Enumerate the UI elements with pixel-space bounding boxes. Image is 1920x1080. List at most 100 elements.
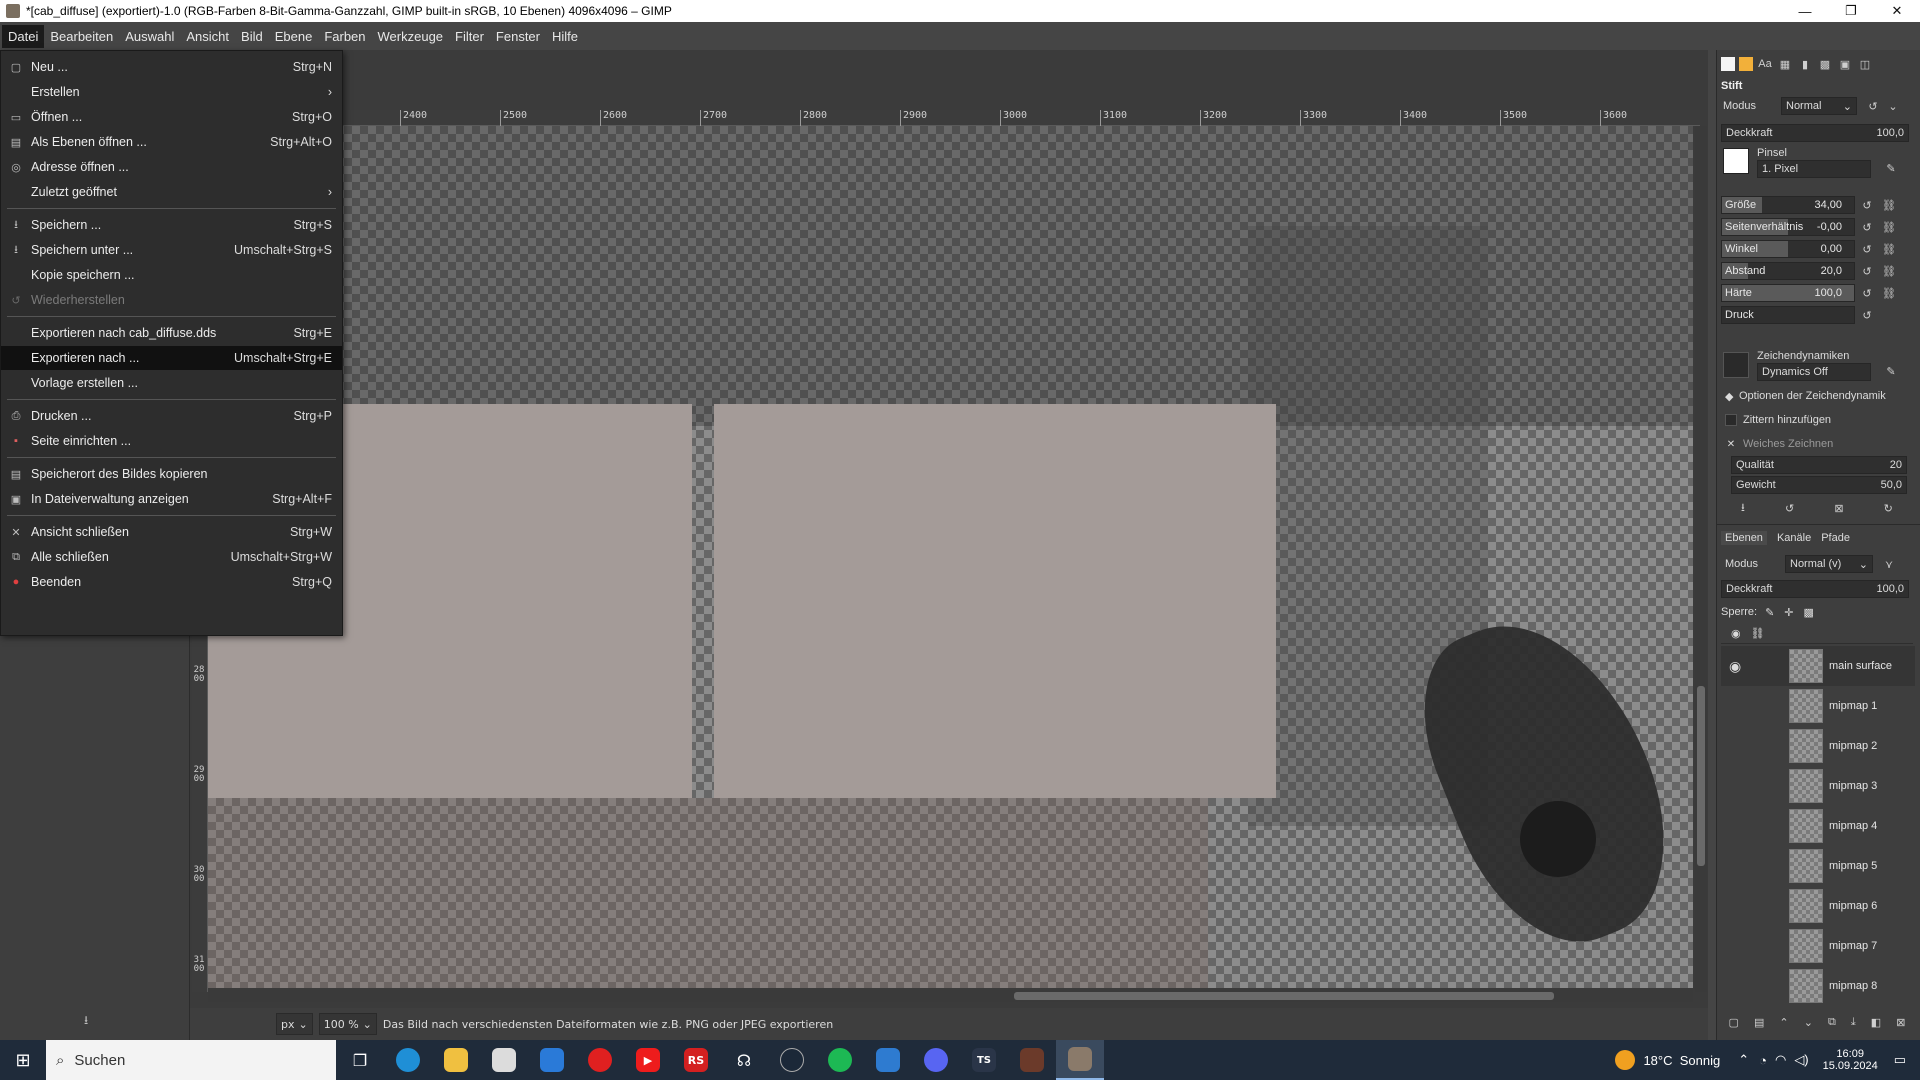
lock-position-icon[interactable]: ✛ xyxy=(1784,606,1793,619)
menu-item-print[interactable]: ⎙ Drucken ... Strg+P xyxy=(1,404,342,428)
layer-row[interactable]: mipmap 6 xyxy=(1721,886,1915,926)
menu-item-page-setup[interactable]: ▪ Seite einrichten ... xyxy=(1,429,342,453)
menu-item-close-view[interactable]: ✕ Ansicht schließen Strg+W xyxy=(1,520,342,544)
layer-mode-select[interactable]: Normal (v) ⌄ xyxy=(1785,555,1873,573)
link-icon[interactable]: ⛓ xyxy=(1881,197,1897,213)
lock-pixels-icon[interactable]: ✎ xyxy=(1765,606,1774,619)
brush-name-field[interactable]: 1. Pixel xyxy=(1757,160,1871,178)
reset-mode-icon[interactable]: ↺ xyxy=(1865,98,1881,114)
volume-icon[interactable]: ◁) xyxy=(1794,1052,1808,1068)
edit-dynamics-icon[interactable]: ✎ xyxy=(1883,363,1899,379)
photo-app-icon[interactable] xyxy=(1008,1040,1056,1080)
quality-slider[interactable]: Qualität 20 xyxy=(1731,456,1907,474)
brush-preview[interactable] xyxy=(1723,148,1749,174)
smooth-checkbox[interactable]: ✕ Weiches Zeichnen xyxy=(1721,434,1913,454)
layer-row[interactable]: mipmap 1 xyxy=(1721,686,1915,726)
menu-hilfe[interactable]: Hilfe xyxy=(546,25,584,48)
menu-auswahl[interactable]: Auswahl xyxy=(119,25,180,48)
windows-start-icon[interactable]: ⊞ xyxy=(0,1040,46,1080)
menu-fenster[interactable]: Fenster xyxy=(490,25,546,48)
delete-options-icon[interactable]: ⊠ xyxy=(1834,502,1843,515)
rs-app-icon[interactable]: RS xyxy=(672,1040,720,1080)
edit-brush-icon[interactable]: ✎ xyxy=(1883,160,1899,176)
taskbar-search[interactable]: ⌕ Suchen xyxy=(46,1040,336,1080)
close-window-button[interactable]: ✕ xyxy=(1874,0,1920,22)
reset-icon[interactable]: ↺ xyxy=(1859,219,1875,235)
arc-app-icon[interactable]: ☊ xyxy=(720,1040,768,1080)
mail-icon[interactable] xyxy=(528,1040,576,1080)
menu-item-open-as-layers[interactable]: ▤ Als Ebenen öffnen ... Strg+Alt+O xyxy=(1,130,342,154)
menu-item-create-template[interactable]: Vorlage erstellen ... xyxy=(1,371,342,395)
brushes-tab-icon[interactable]: ▦ xyxy=(1777,56,1793,72)
clock[interactable]: 16:09 15.09.2024 xyxy=(1823,1048,1878,1072)
slider-5[interactable]: Druck xyxy=(1721,306,1855,324)
menu-item-open[interactable]: ▭ Öffnen ... Strg+O xyxy=(1,105,342,129)
layer-row[interactable]: ◉ main surface xyxy=(1721,646,1915,686)
save-options-icon[interactable]: ⭳ xyxy=(1741,499,1745,518)
notification-icon[interactable]: ▭ xyxy=(1894,1052,1906,1068)
explorer-icon[interactable] xyxy=(432,1040,480,1080)
menu-ebene[interactable]: Ebene xyxy=(269,25,319,48)
mask-layer-icon[interactable]: ◧ xyxy=(1871,1016,1881,1029)
delete-layer-icon[interactable]: ⊠ xyxy=(1896,1016,1905,1029)
menu-item-save-as[interactable]: ⭳ Speichern unter ... Umschalt+Strg+S xyxy=(1,238,342,262)
discord-icon[interactable] xyxy=(912,1040,960,1080)
menu-bild[interactable]: Bild xyxy=(235,25,269,48)
link-icon[interactable]: ⛓ xyxy=(1881,219,1897,235)
slider-3[interactable]: Abstand 20,0 xyxy=(1721,262,1855,280)
horizontal-scrollbar[interactable] xyxy=(208,990,1693,1002)
merge-layer-icon[interactable]: ⤓ xyxy=(1851,1016,1856,1029)
layer-row[interactable]: mipmap 4 xyxy=(1721,806,1915,846)
maximize-button[interactable]: ❐ xyxy=(1828,0,1874,22)
reset-icon[interactable]: ↺ xyxy=(1859,307,1875,323)
export-tool-icon[interactable]: ⭳ xyxy=(84,1011,88,1032)
chevron-down-icon[interactable]: ⌄ xyxy=(1885,98,1901,114)
tab-channels[interactable]: Kanäle xyxy=(1777,532,1811,544)
teamspeak-icon[interactable]: TS xyxy=(960,1040,1008,1080)
composite-mode-icon[interactable]: ⋎ xyxy=(1881,556,1897,572)
minimize-button[interactable]: — xyxy=(1782,0,1828,22)
layer-row[interactable]: mipmap 2 xyxy=(1721,726,1915,766)
mode-select[interactable]: Normal ⌄ xyxy=(1781,97,1857,115)
link-icon[interactable]: ⛓ xyxy=(1881,263,1897,279)
tab-paths[interactable]: Pfade xyxy=(1821,532,1850,544)
menu-farben[interactable]: Farben xyxy=(318,25,371,48)
layer-row[interactable]: mipmap 3 xyxy=(1721,766,1915,806)
duplicate-layer-icon[interactable]: ⧉ xyxy=(1828,1016,1836,1029)
reset-icon[interactable]: ↺ xyxy=(1859,241,1875,257)
dock-config-icon[interactable]: ◫ xyxy=(1857,56,1873,72)
menu-ansicht[interactable]: Ansicht xyxy=(180,25,235,48)
network-icon[interactable]: ◔ xyxy=(1759,1053,1767,1068)
menu-item-recent[interactable]: Zuletzt geöffnet › xyxy=(1,180,342,204)
menu-item-create[interactable]: Erstellen › xyxy=(1,80,342,104)
slider-4[interactable]: Härte 100,0 xyxy=(1721,284,1855,302)
slider-1[interactable]: Seitenverhältnis -0,00 xyxy=(1721,218,1855,236)
lower-layer-icon[interactable]: ⌄ xyxy=(1804,1016,1813,1029)
raise-layer-icon[interactable]: ⌃ xyxy=(1779,1016,1788,1029)
dynamics-options-expander[interactable]: ◆ Optionen der Zeichendynamik xyxy=(1721,386,1913,406)
layer-row[interactable]: mipmap 8 xyxy=(1721,966,1915,1006)
weight-slider[interactable]: Gewicht 50,0 xyxy=(1731,476,1907,494)
lock-alpha-icon[interactable]: ▩ xyxy=(1804,606,1814,619)
menu-item-show-in-file-manager[interactable]: ▣ In Dateiverwaltung anzeigen Strg+Alt+F xyxy=(1,487,342,511)
tool-options-tab-icon[interactable] xyxy=(1721,57,1735,71)
jitter-checkbox[interactable]: Zittern hinzufügen xyxy=(1721,410,1913,430)
menu-item-copy-location[interactable]: ▤ Speicherort des Bildes kopieren xyxy=(1,462,342,486)
edge-icon[interactable] xyxy=(384,1040,432,1080)
new-layer-icon[interactable]: ▢ xyxy=(1729,1016,1739,1029)
vertical-scrollbar[interactable] xyxy=(1695,126,1707,992)
image-canvas[interactable] xyxy=(208,126,1693,988)
task-view-icon[interactable]: ❐ xyxy=(336,1040,384,1080)
images-tab-icon[interactable]: ▣ xyxy=(1837,56,1853,72)
dynamics-preview[interactable] xyxy=(1723,352,1749,378)
youtube-icon[interactable]: ▶ xyxy=(624,1040,672,1080)
menu-bearbeiten[interactable]: Bearbeiten xyxy=(44,25,119,48)
menu-item-save-copy[interactable]: Kopie speichern ... xyxy=(1,263,342,287)
reset-options-icon[interactable]: ↻ xyxy=(1884,502,1893,515)
menu-item-new[interactable]: ▢ Neu ... Strg+N xyxy=(1,55,342,79)
patterns-tab-icon[interactable]: ▩ xyxy=(1817,56,1833,72)
font-tab-icon[interactable]: Aa xyxy=(1757,56,1773,72)
link-icon[interactable]: ⛓ xyxy=(1881,285,1897,301)
layer-opacity-slider[interactable]: Deckkraft 100,0 xyxy=(1721,580,1909,598)
steam-icon[interactable] xyxy=(768,1040,816,1080)
